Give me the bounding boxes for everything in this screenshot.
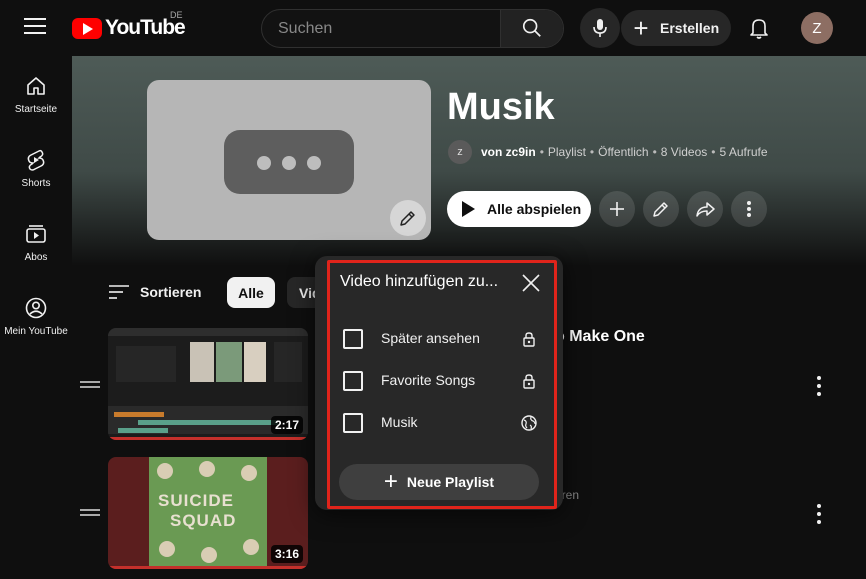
playlist-thumbnail[interactable] <box>147 80 431 240</box>
dot-icon <box>307 156 321 170</box>
plus-icon: + <box>383 468 398 495</box>
playlist-option-label: Später ansehen <box>381 330 480 346</box>
sidebar-item-label: Startseite <box>14 104 58 115</box>
country-code: DE <box>170 10 183 20</box>
sidebar-item-my-youtube[interactable]: Mein YouTube <box>0 296 72 366</box>
globe-icon <box>521 415 537 431</box>
account-icon <box>25 297 47 319</box>
video-count: 8 Videos <box>660 145 708 159</box>
sidebar-item-home[interactable]: Startseite <box>0 74 72 144</box>
sidebar: Startseite Shorts Abos Mein YouTube <box>0 56 72 579</box>
playlist-visibility[interactable]: Öffentlich <box>598 145 648 159</box>
playlist-type: Playlist <box>547 145 586 159</box>
video-thumbnail[interactable]: SUICIDE SQUAD 3:16 <box>108 457 308 569</box>
add-videos-button[interactable] <box>599 191 635 227</box>
poster-text: SUICIDE <box>158 491 234 510</box>
search-input[interactable] <box>262 10 502 47</box>
edit-playlist-button[interactable] <box>643 191 679 227</box>
video-duration: 3:16 <box>270 545 303 563</box>
separator: • <box>711 145 716 159</box>
play-all-label: Alle abspielen <box>487 201 582 217</box>
video-menu-button[interactable] <box>812 504 826 524</box>
video-menu-button[interactable] <box>812 376 826 396</box>
microphone-icon <box>593 19 607 37</box>
voice-search-button[interactable] <box>580 8 620 48</box>
share-button[interactable] <box>687 191 723 227</box>
more-options-button[interactable] <box>731 191 767 227</box>
home-icon <box>27 77 45 95</box>
bell-icon <box>750 19 768 39</box>
chat-bubble-icon <box>224 130 354 194</box>
youtube-play-icon <box>72 17 102 39</box>
account-avatar[interactable]: Z <box>801 12 833 44</box>
subscriptions-icon <box>26 225 46 243</box>
playlist-option-label: Musik <box>381 414 418 430</box>
sort-icon <box>109 285 129 299</box>
separator: • <box>652 145 657 159</box>
dot-icon <box>257 156 271 170</box>
checkbox[interactable] <box>343 329 363 349</box>
lock-icon <box>523 332 535 347</box>
playlist-title: Musik <box>447 86 555 128</box>
top-bar: YouTube DE + Erstellen Z <box>0 0 866 56</box>
chip-all[interactable]: Alle <box>227 277 275 308</box>
sidebar-item-subscriptions[interactable]: Abos <box>0 222 72 292</box>
poster-text: SQUAD <box>170 511 237 530</box>
sort-label: Sortieren <box>140 284 202 300</box>
sort-button[interactable]: Sortieren <box>108 280 201 304</box>
new-playlist-label: Neue Playlist <box>406 474 495 490</box>
drag-handle[interactable] <box>80 509 100 517</box>
youtube-logo[interactable]: YouTube DE <box>72 10 186 40</box>
notifications-button[interactable] <box>745 14 773 42</box>
separator: • <box>589 145 595 159</box>
playlist-option-label: Favorite Songs <box>381 372 476 388</box>
playlist-owner[interactable]: von zc9in <box>481 145 536 159</box>
edit-thumbnail-button[interactable] <box>390 200 426 236</box>
play-all-button[interactable]: Alle abspielen <box>447 191 591 227</box>
more-vertical-icon <box>747 201 751 217</box>
search-button[interactable] <box>500 10 563 47</box>
play-icon <box>462 201 475 217</box>
sidebar-item-shorts[interactable]: Shorts <box>0 148 72 218</box>
checkbox[interactable] <box>343 413 363 433</box>
close-icon <box>522 274 540 292</box>
drag-handle[interactable] <box>80 381 100 389</box>
create-label: Erstellen <box>660 20 720 36</box>
dialog-title: Video hinzufügen zu... <box>340 273 499 290</box>
sidebar-item-label: Mein YouTube <box>4 326 68 337</box>
share-icon <box>696 202 715 217</box>
close-button[interactable] <box>519 271 543 295</box>
video-thumbnail[interactable]: 2:17 <box>108 328 308 440</box>
new-playlist-button[interactable]: + Neue Playlist <box>339 464 539 500</box>
video-duration: 2:17 <box>270 416 303 434</box>
plus-icon: + <box>633 13 649 43</box>
plus-icon <box>610 202 624 216</box>
search-box <box>261 9 564 48</box>
pencil-icon <box>400 211 415 226</box>
playlist-option-watch-later[interactable]: Später ansehen <box>340 323 544 355</box>
playlist-option-musik[interactable]: Musik <box>340 407 544 439</box>
playlist-option-favorite-songs[interactable]: Favorite Songs <box>340 365 544 397</box>
playlist-meta: z von zc9in • Playlist • Öffentlich • 8 … <box>448 140 768 164</box>
separator: • <box>539 145 544 159</box>
view-count: 5 Aufrufe <box>719 145 768 159</box>
dot-icon <box>282 156 296 170</box>
lock-icon <box>523 374 535 389</box>
watch-progress <box>108 566 308 569</box>
pencil-icon <box>653 202 668 217</box>
watch-progress <box>108 437 308 440</box>
sidebar-item-label: Abos <box>24 252 48 263</box>
create-button[interactable]: + Erstellen <box>621 10 731 46</box>
owner-avatar[interactable]: z <box>448 140 472 164</box>
shorts-icon <box>27 149 45 171</box>
checkbox[interactable] <box>343 371 363 391</box>
search-icon <box>522 18 541 37</box>
menu-icon[interactable] <box>24 18 46 38</box>
video-title[interactable]: o Make One <box>555 328 645 346</box>
sidebar-item-label: Shorts <box>21 178 51 189</box>
